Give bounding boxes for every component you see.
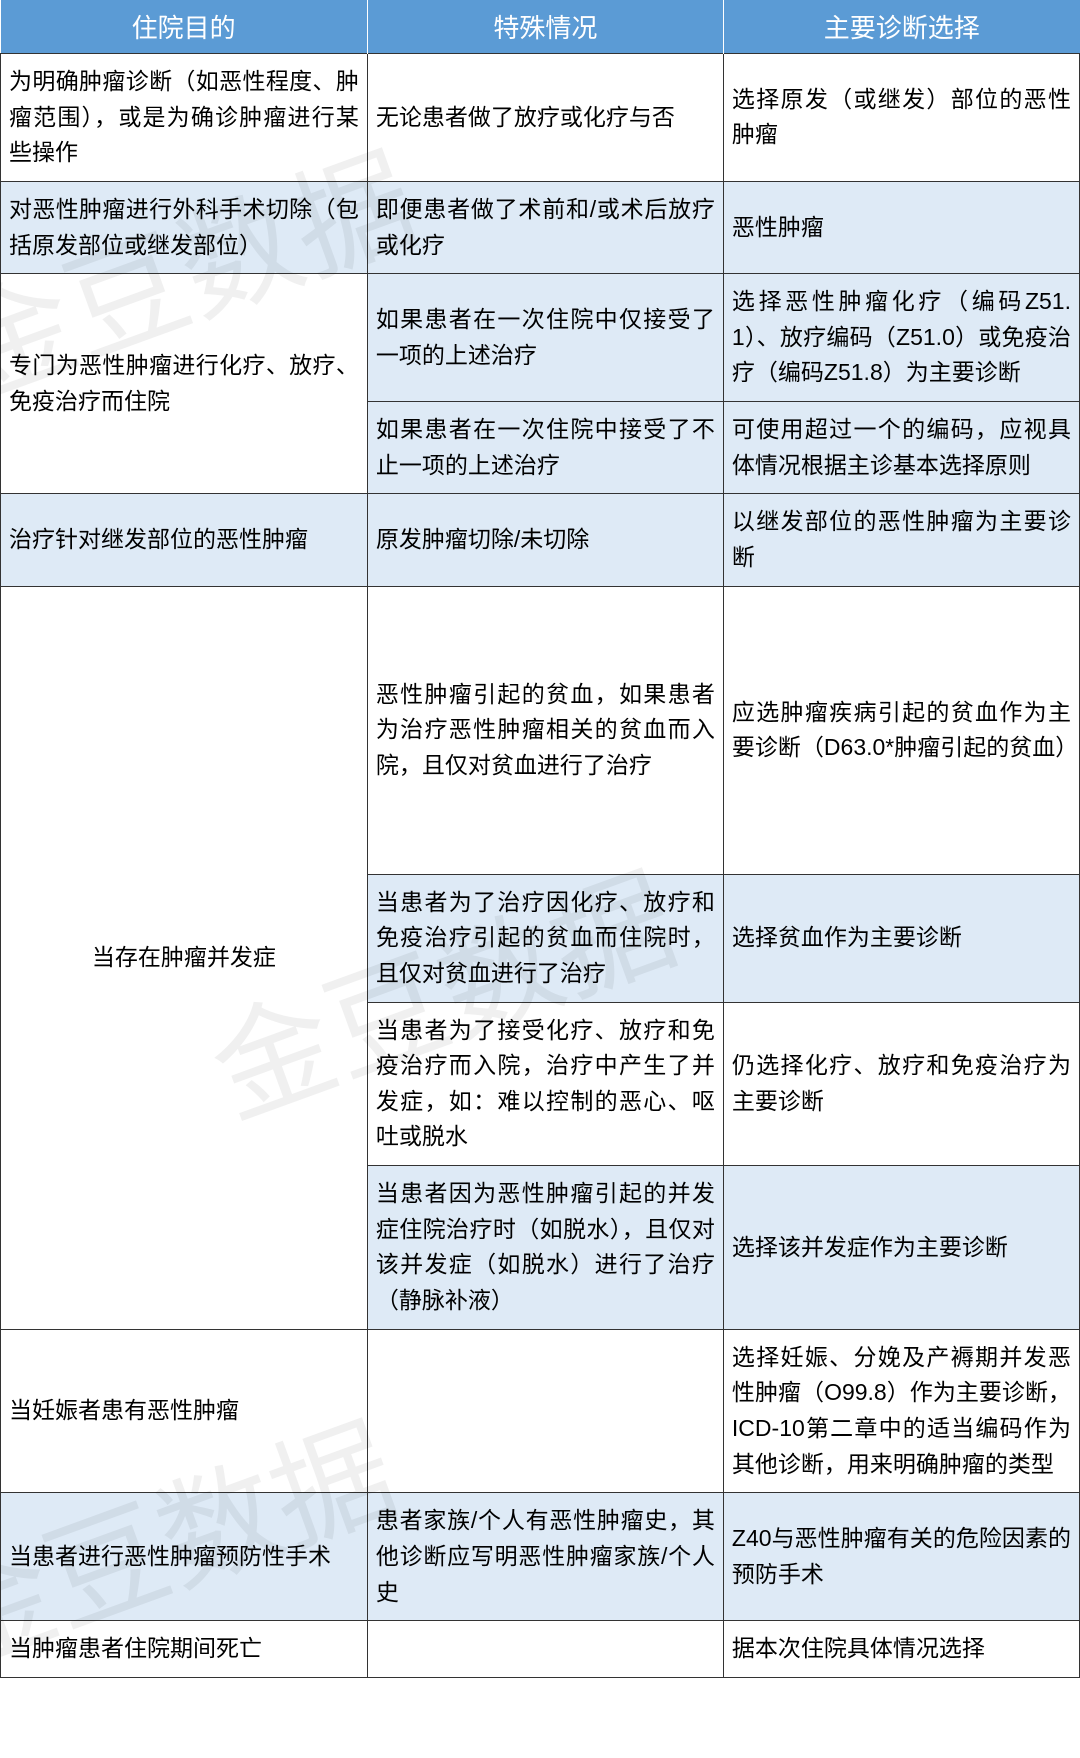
cell-special: 如果患者在一次住院中接受了不止一项的上述治疗 <box>367 402 723 494</box>
cell-purpose: 当肿瘤患者住院期间死亡 <box>1 1621 368 1678</box>
cell-diagnosis: 选择原发（或继发）部位的恶性肿瘤 <box>723 54 1079 182</box>
table-row: 当肿瘤患者住院期间死亡 据本次住院具体情况选择 <box>1 1621 1080 1678</box>
table-header-row: 住院目的 特殊情况 主要诊断选择 <box>1 0 1080 54</box>
cell-diagnosis: 可使用超过一个的编码，应视具体情况根据主诊基本选择原则 <box>723 402 1079 494</box>
cell-diagnosis: 应选肿瘤疾病引起的贫血作为主要诊断（D63.0*肿瘤引起的贫血） <box>723 586 1079 874</box>
cell-diagnosis: 选择该并发症作为主要诊断 <box>723 1166 1079 1330</box>
table-row: 当妊娠者患有恶性肿瘤 选择妊娠、分娩及产褥期并发恶性肿瘤（O99.8）作为主要诊… <box>1 1329 1080 1493</box>
cell-purpose: 当存在肿瘤并发症 <box>1 586 368 1329</box>
header-special: 特殊情况 <box>367 0 723 54</box>
table-row: 当患者进行恶性肿瘤预防性手术 患者家族/个人有恶性肿瘤史，其他诊断应写明恶性肿瘤… <box>1 1493 1080 1621</box>
cell-special <box>367 1329 723 1493</box>
cell-purpose: 专门为恶性肿瘤进行化疗、放疗、免疫治疗而住院 <box>1 274 368 494</box>
table-row: 为明确肿瘤诊断（如恶性程度、肿瘤范围），或是为确诊肿瘤进行某些操作 无论患者做了… <box>1 54 1080 182</box>
cell-diagnosis: 以继发部位的恶性肿瘤为主要诊断 <box>723 494 1079 586</box>
cell-special: 恶性肿瘤引起的贫血，如果患者为治疗恶性肿瘤相关的贫血而入院，且仅对贫血进行了治疗 <box>367 586 723 874</box>
cell-purpose: 为明确肿瘤诊断（如恶性程度、肿瘤范围），或是为确诊肿瘤进行某些操作 <box>1 54 368 182</box>
cell-special: 患者家族/个人有恶性肿瘤史，其他诊断应写明恶性肿瘤家族/个人史 <box>367 1493 723 1621</box>
cell-diagnosis: 恶性肿瘤 <box>723 181 1079 273</box>
cell-purpose: 当患者进行恶性肿瘤预防性手术 <box>1 1493 368 1621</box>
table-row: 治疗针对继发部位的恶性肿瘤 原发肿瘤切除/未切除 以继发部位的恶性肿瘤为主要诊断 <box>1 494 1080 586</box>
cell-special: 无论患者做了放疗或化疗与否 <box>367 54 723 182</box>
cell-special: 当患者为了接受化疗、放疗和免疫治疗而入院，治疗中产生了并发症，如：难以控制的恶心… <box>367 1002 723 1166</box>
cell-diagnosis: 选择恶性肿瘤化疗（编码Z51.1）、放疗编码（Z51.0）或免疫治疗（编码Z51… <box>723 274 1079 402</box>
cell-purpose: 当妊娠者患有恶性肿瘤 <box>1 1329 368 1493</box>
cell-diagnosis: 仍选择化疗、放疗和免疫治疗为主要诊断 <box>723 1002 1079 1166</box>
cell-diagnosis: 选择妊娠、分娩及产褥期并发恶性肿瘤（O99.8）作为主要诊断，ICD-10第二章… <box>723 1329 1079 1493</box>
cell-special: 当患者因为恶性肿瘤引起的并发症住院治疗时（如脱水），且仅对该并发症（如脱水）进行… <box>367 1166 723 1330</box>
cell-special: 如果患者在一次住院中仅接受了一项的上述治疗 <box>367 274 723 402</box>
table-row: 对恶性肿瘤进行外科手术切除（包括原发部位或继发部位） 即便患者做了术前和/或术后… <box>1 181 1080 273</box>
diagnosis-table: 住院目的 特殊情况 主要诊断选择 为明确肿瘤诊断（如恶性程度、肿瘤范围），或是为… <box>0 0 1080 1678</box>
cell-special: 原发肿瘤切除/未切除 <box>367 494 723 586</box>
header-purpose: 住院目的 <box>1 0 368 54</box>
cell-diagnosis: Z40与恶性肿瘤有关的危险因素的预防手术 <box>723 1493 1079 1621</box>
cell-diagnosis: 据本次住院具体情况选择 <box>723 1621 1079 1678</box>
cell-diagnosis: 选择贫血作为主要诊断 <box>723 874 1079 1002</box>
header-diagnosis: 主要诊断选择 <box>723 0 1079 54</box>
cell-special: 当患者为了治疗因化疗、放疗和免疫治疗引起的贫血而住院时，且仅对贫血进行了治疗 <box>367 874 723 1002</box>
cell-special <box>367 1621 723 1678</box>
cell-special: 即便患者做了术前和/或术后放疗或化疗 <box>367 181 723 273</box>
cell-purpose: 对恶性肿瘤进行外科手术切除（包括原发部位或继发部位） <box>1 181 368 273</box>
cell-purpose: 治疗针对继发部位的恶性肿瘤 <box>1 494 368 586</box>
table-row: 专门为恶性肿瘤进行化疗、放疗、免疫治疗而住院 如果患者在一次住院中仅接受了一项的… <box>1 274 1080 402</box>
table-row: 当存在肿瘤并发症 恶性肿瘤引起的贫血，如果患者为治疗恶性肿瘤相关的贫血而入院，且… <box>1 586 1080 874</box>
